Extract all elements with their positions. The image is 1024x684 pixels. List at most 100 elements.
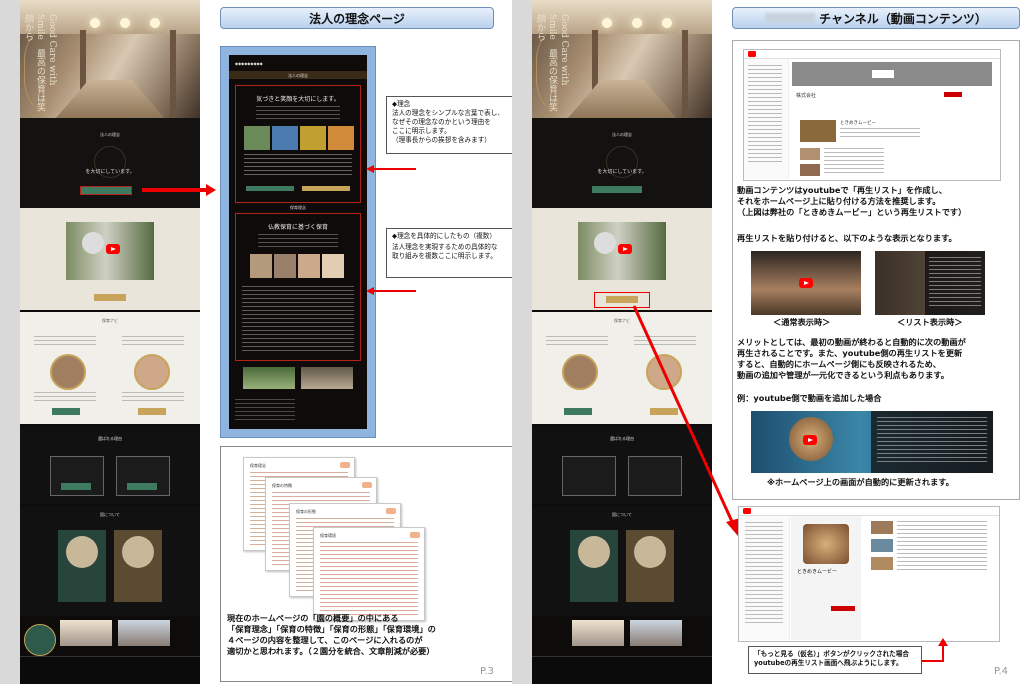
pointer-head <box>366 287 374 295</box>
intro-section: 法人の理念 を大切にしています。 <box>532 118 712 208</box>
yt-playlist-title: ときめきムービー <box>840 121 876 126</box>
page-number: P.3 <box>480 666 495 677</box>
panel-mock: ◆◆◆◆◆◆◆◆◆ 法人の理念 気づきと笑顔を大切にします。 保育理念 仏教保育… <box>229 55 367 429</box>
footer <box>20 656 200 684</box>
page-number: P.4 <box>994 666 1009 677</box>
bracket-line <box>922 660 944 662</box>
pointer-head <box>366 165 374 173</box>
video-thumbnail[interactable] <box>66 222 154 280</box>
label-normal: ＜通常表示時＞ <box>773 317 831 327</box>
photo <box>118 620 170 646</box>
current-pages-box: 保育理念 保育の特徴 保育の形態 保育環境 現在のホームページの「園の概要」の中… <box>220 446 516 682</box>
page-title: 法人の理念ページ <box>220 7 494 29</box>
playlist-name: ときめきムービー <box>797 569 838 575</box>
footer <box>532 656 712 684</box>
intro-heading: 法人の理念 <box>612 132 632 137</box>
principles-title: 仏教保育に基づく保育 <box>267 224 328 231</box>
note-heading: ◆理念を具体的にしたもの（複数） <box>392 232 496 240</box>
hero-vertical-text: Good Care with Smile 最高の保育は笑顔から <box>535 14 569 112</box>
nav-button[interactable] <box>564 408 592 415</box>
note-line: 法人の理念をシンプルな言葉で表し、 <box>392 109 504 117</box>
site-mockup-left: Good Care with Smile 最高の保育は笑顔から 法人の理念 を大… <box>20 0 200 684</box>
playlist-cover[interactable] <box>803 524 849 564</box>
video-section <box>532 208 712 310</box>
bracket-arrow-head <box>938 638 948 646</box>
youtube-logo-icon <box>748 51 756 57</box>
play-icon[interactable] <box>106 244 120 254</box>
doc-page: 保育環境 <box>313 527 425 621</box>
panel-header: 法人の理念 <box>288 73 308 78</box>
play-icon[interactable] <box>799 278 813 288</box>
auto-update-text: ※ホームページ上の画面が自動的に更新されます。 <box>767 477 954 487</box>
note-philosophy: ◆理念 法人の理念をシンプルな言葉で表し、 なぜその理念なのかという理由を ここ… <box>386 96 514 154</box>
principles-block: 仏教保育に基づく保育 <box>235 213 361 361</box>
facilities-heading: 園について <box>100 512 120 517</box>
contact-badge[interactable] <box>24 624 56 656</box>
reason-card[interactable] <box>50 456 104 496</box>
red-pointer <box>370 290 416 292</box>
more-button[interactable] <box>592 186 642 193</box>
avatar <box>562 354 598 390</box>
avatar <box>50 354 86 390</box>
avatar <box>134 354 170 390</box>
embed-text: 再生リストを貼り付けると、以下のような表示となります。 <box>737 233 957 243</box>
facility-card[interactable] <box>570 530 618 602</box>
tagline: を大切にしています。 <box>85 169 135 175</box>
hero-vertical-text: Good Care with Smile 最高の保育は笑顔から <box>23 14 57 112</box>
facility-card[interactable] <box>58 530 106 602</box>
more-button[interactable] <box>80 186 132 195</box>
reason-heading: 選ばれる理由 <box>98 436 122 441</box>
philosophy-block: 気づきと笑顔を大切にします。 <box>235 85 361 203</box>
player-list-view[interactable] <box>875 251 985 315</box>
title-text: チャンネル（動画コンテンツ） <box>819 11 987 26</box>
facility-card[interactable] <box>626 530 674 602</box>
playlist-thumbnail[interactable] <box>800 120 836 142</box>
photo <box>60 620 112 646</box>
playlist-explanation: 動画コンテンツはyoutubeで「再生リスト」を作成し、 それをホームページ上に… <box>737 185 967 217</box>
merit-text: メリットとしては、最初の動画が終わると自動的に次の動画が 再生されることです。ま… <box>737 337 966 380</box>
subscribe-button[interactable] <box>944 92 962 97</box>
intro-heading: 法人の理念 <box>100 132 120 137</box>
video-section <box>20 208 200 310</box>
player-updated-view[interactable] <box>751 411 993 473</box>
red-arrow <box>142 188 208 192</box>
note-heading: ◆理念 <box>392 100 411 108</box>
video-thumbnail[interactable] <box>578 222 666 280</box>
channel-info-box: 株式会社 ときめきムービー 動画コンテンツはyoutubeで「再生リスト」を作成… <box>732 40 1020 500</box>
page-3: Good Care with Smile 最高の保育は笑顔から 法人の理念 を大… <box>20 0 516 684</box>
mock-panel: ◆◆◆◆◆◆◆◆◆ 法人の理念 気づきと笑顔を大切にします。 保育理念 仏教保育… <box>220 46 376 438</box>
left-margin <box>0 0 20 684</box>
page-title: チャンネル（動画コンテンツ） <box>732 7 1020 29</box>
nav-button[interactable] <box>52 408 80 415</box>
childcare-heading: 保育ナビ <box>102 318 118 323</box>
more-button-note: 「もっと見る（仮名）」ボタンがクリックされた場合 youtubeの再生リスト画面… <box>748 646 922 674</box>
note-line: 取り組みを複数ここに明示します。 <box>392 252 497 260</box>
facility-card[interactable] <box>114 530 162 602</box>
gutter <box>512 0 532 684</box>
play-icon[interactable] <box>618 244 632 254</box>
tagline: を大切にしています。 <box>597 169 647 175</box>
philosophy-title: 気づきと笑顔を大切にします。 <box>256 96 340 103</box>
nav-button[interactable] <box>138 408 166 415</box>
label-list: ＜リスト表示時＞ <box>897 317 963 327</box>
blurred-name <box>765 13 816 23</box>
player-normal-view[interactable] <box>751 251 861 315</box>
red-pointer <box>370 168 416 170</box>
reason-card[interactable] <box>562 456 616 496</box>
example-text: 例：youtube側で動画を追加した場合 <box>737 393 882 403</box>
summary-text: 現在のホームページの「園の概要」の中にある 「保育理念」「保育の特徴」「保育の形… <box>227 613 436 656</box>
bracket-line <box>942 644 944 662</box>
yt-channel-screenshot: 株式会社 ときめきムービー <box>743 49 1001 181</box>
note-line: 法人理念を実現するための具体的な <box>392 243 498 251</box>
page-4: Good Care with Smile 最高の保育は笑顔から 法人の理念 を大… <box>532 0 1024 684</box>
video-more-button[interactable] <box>94 294 126 301</box>
reason-card[interactable] <box>116 456 170 496</box>
childcare-section: 保育ナビ <box>20 312 200 424</box>
play-icon[interactable] <box>803 435 817 445</box>
note-line: （理事長からの挨拶を含みます） <box>392 136 491 144</box>
yt-playlist-screenshot: ときめきムービー <box>738 506 1000 642</box>
subscribe-button[interactable] <box>831 606 855 611</box>
arrow-head <box>206 184 216 196</box>
note-line: ここに明示します。 <box>392 127 451 135</box>
facilities-section: 園について <box>20 506 200 616</box>
